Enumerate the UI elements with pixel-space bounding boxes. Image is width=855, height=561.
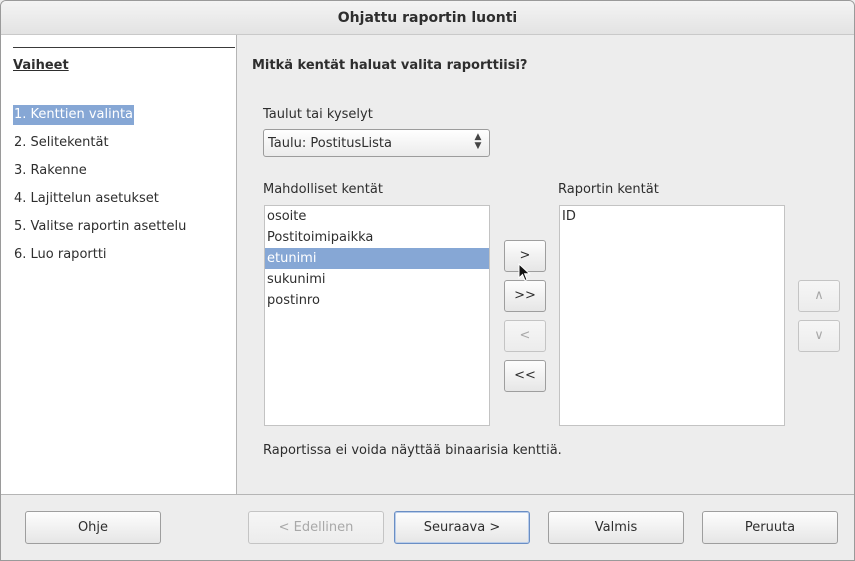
list-item[interactable]: postinro: [265, 290, 489, 311]
binary-fields-note: Raportissa ei voida näyttää binaarisia k…: [263, 443, 562, 458]
report-fields-list[interactable]: ID: [559, 205, 785, 426]
list-item[interactable]: Postitoimipaikka: [265, 227, 489, 248]
remove-field-button[interactable]: <: [504, 320, 546, 352]
next-button[interactable]: Seuraava >: [394, 511, 530, 544]
move-down-button[interactable]: ∨: [798, 320, 840, 352]
list-item[interactable]: etunimi: [265, 248, 489, 269]
mouse-pointer-icon: [518, 263, 531, 282]
step-field-selection[interactable]: 1. Kenttien valinta: [13, 105, 135, 125]
list-item[interactable]: sukunimi: [265, 269, 489, 290]
list-item[interactable]: osoite: [265, 206, 489, 227]
sidebar-divider: [13, 47, 235, 48]
page-heading: Mitkä kentät haluat valita raporttiisi?: [252, 58, 528, 73]
available-fields-list[interactable]: osoite Postitoimipaikka etunimi sukunimi…: [264, 205, 490, 426]
available-fields-label: Mahdolliset kentät: [263, 182, 383, 197]
move-up-button[interactable]: ∧: [798, 280, 840, 312]
tables-label: Taulut tai kyselyt: [263, 107, 373, 122]
steps-sidebar: Vaiheet 1. Kenttien valinta 2. Seliteken…: [1, 35, 237, 494]
list-item[interactable]: ID: [560, 206, 784, 227]
spin-arrows-icon: ▲ ▼: [474, 132, 482, 151]
step-labeling-fields[interactable]: 2. Selitekentät: [13, 133, 187, 153]
step-sort-options[interactable]: 4. Lajittelun asetukset: [13, 189, 187, 209]
footer-divider: [1, 494, 854, 495]
tables-select-value: Taulu: PostitusLista: [268, 136, 392, 151]
step-create-report[interactable]: 6. Luo raportti: [13, 245, 187, 265]
cancel-button[interactable]: Peruuta: [702, 511, 838, 544]
window-title: Ohjattu raportin luonti: [1, 1, 854, 35]
finish-button[interactable]: Valmis: [548, 511, 684, 544]
tables-select[interactable]: Taulu: PostitusLista ▲ ▼: [263, 129, 490, 157]
step-grouping[interactable]: 3. Rakenne: [13, 161, 187, 181]
step-choose-layout[interactable]: 5. Valitse raportin asettelu: [13, 217, 187, 237]
steps-title: Vaiheet: [13, 58, 69, 73]
wizard-window: Ohjattu raportin luonti Vaiheet 1. Kentt…: [0, 0, 855, 561]
report-fields-label: Raportin kentät: [558, 182, 659, 197]
back-button[interactable]: < Edellinen: [248, 511, 384, 544]
remove-all-fields-button[interactable]: <<: [504, 360, 546, 392]
add-all-fields-button[interactable]: >>: [504, 280, 546, 312]
help-button[interactable]: Ohje: [25, 511, 161, 544]
steps-list: 1. Kenttien valinta 2. Selitekentät 3. R…: [13, 105, 187, 273]
